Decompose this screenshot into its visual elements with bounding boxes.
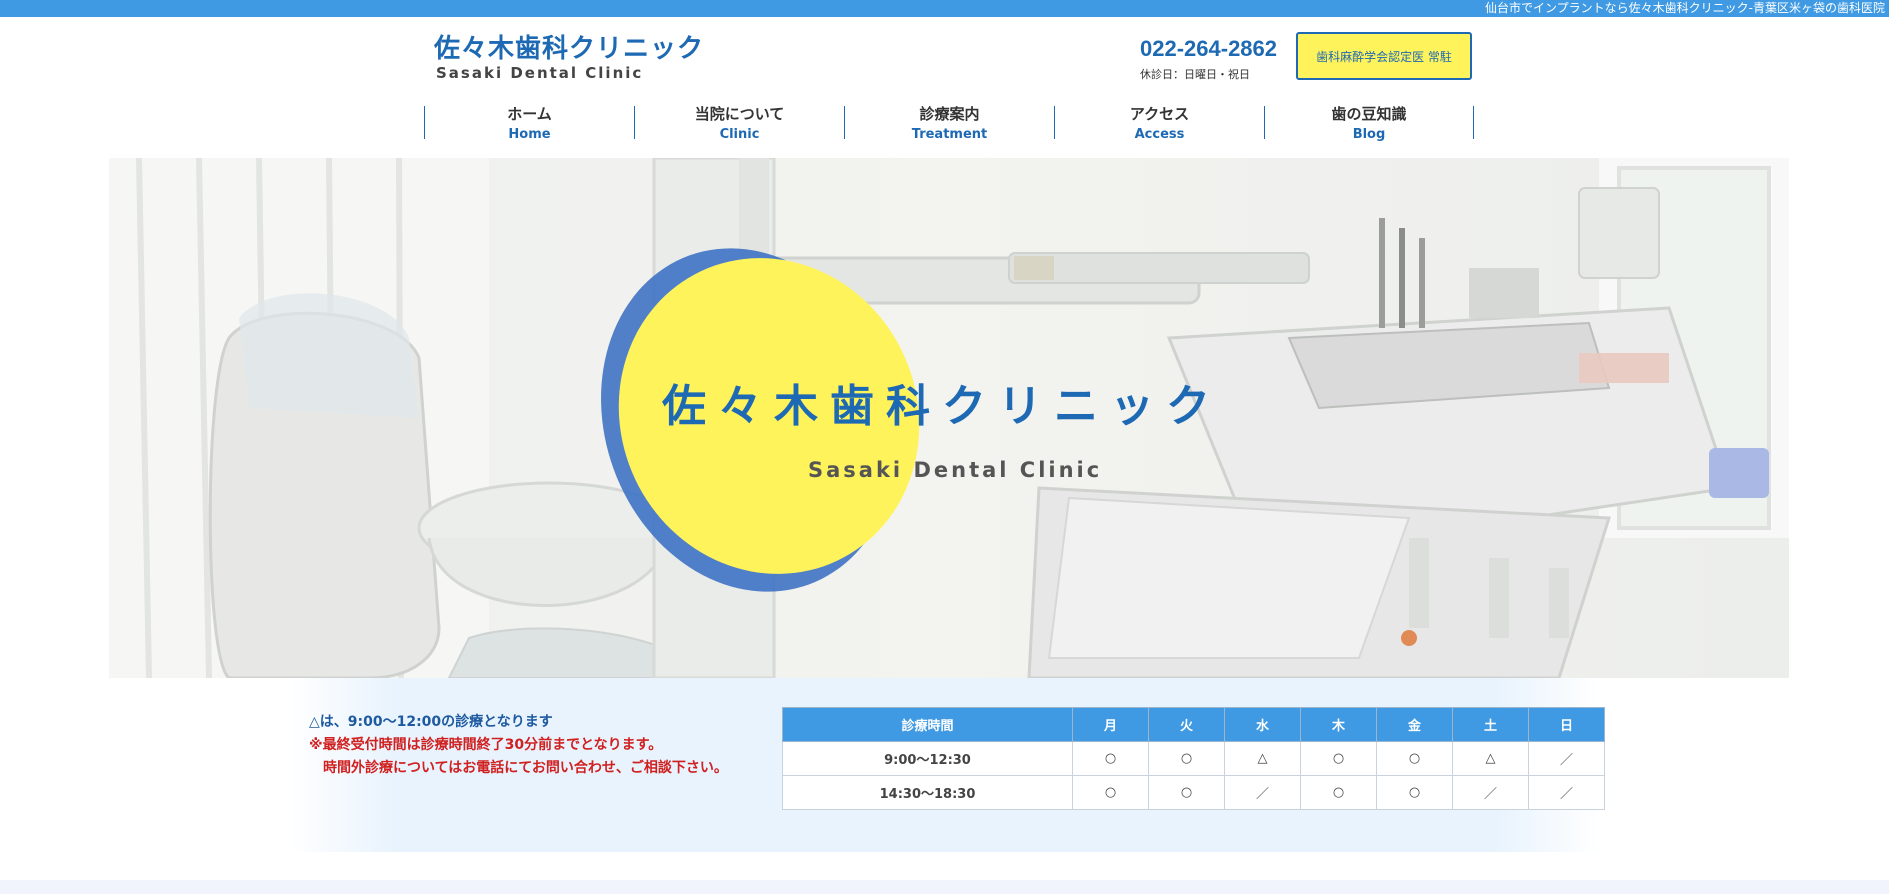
- header-day: 火: [1148, 707, 1225, 742]
- nav-item-clinic[interactable]: 当院について Clinic: [634, 105, 844, 142]
- availability-cell: ○: [1376, 775, 1453, 810]
- site-logo[interactable]: 佐々木歯科クリニック Sasaki Dental Clinic: [434, 34, 704, 82]
- closed-days: 休診日：日曜日・祝日: [1140, 68, 1250, 81]
- nav-label-jp: 歯の豆知識: [1331, 105, 1407, 123]
- last-reception-note: ※最終受付時間は診療時間終了30分前までとなります。: [309, 737, 663, 753]
- contact-block: 022-264-2862 休診日：日曜日・祝日: [1140, 36, 1277, 82]
- availability-cell: △: [1452, 741, 1529, 776]
- triangle-note: △は、9:00〜12:00の診療となります: [309, 714, 553, 730]
- availability-cell: ／: [1224, 775, 1301, 810]
- schedule-row-morning: 9:00〜12:30 ○ ○ △ ○ ○ △ ／: [782, 741, 1605, 776]
- availability-cell: ○: [1072, 741, 1149, 776]
- schedule-table: 診療時間 月 火 水 木 金 土 日 9:00〜12:30 ○ ○ △ ○ ○ …: [782, 707, 1605, 810]
- availability-cell: ○: [1300, 775, 1377, 810]
- top-banner: 仙台市でインプラントなら佐々木歯科クリニック-青葉区米ヶ袋の歯科医院: [0, 0, 1889, 17]
- top-banner-text: 仙台市でインプラントなら佐々木歯科クリニック-青葉区米ヶ袋の歯科医院: [1485, 1, 1885, 15]
- header-day: 金: [1376, 707, 1453, 742]
- nav-label-en: Home: [508, 127, 551, 142]
- availability-cell: ○: [1148, 741, 1225, 776]
- time-cell: 9:00〜12:30: [782, 741, 1073, 776]
- availability-cell: △: [1224, 741, 1301, 776]
- availability-cell: ／: [1528, 775, 1605, 810]
- header-day: 木: [1300, 707, 1377, 742]
- availability-cell: ○: [1072, 775, 1149, 810]
- footer-band: [0, 880, 1889, 894]
- availability-cell: ／: [1528, 741, 1605, 776]
- after-hours-note: 時間外診療についてはお電話にてお問い合わせ、ご相談下さい。: [323, 760, 728, 776]
- header-day: 日: [1528, 707, 1605, 742]
- nav-label-jp: 診療案内: [919, 105, 980, 123]
- availability-cell: ○: [1148, 775, 1225, 810]
- logo-english: Sasaki Dental Clinic: [436, 64, 644, 82]
- hero-image: 佐々木歯科クリニック Sasaki Dental Clinic: [109, 158, 1789, 678]
- nav-label-jp: 当院について: [694, 105, 785, 123]
- time-cell: 14:30〜18:30: [782, 775, 1073, 810]
- header-day: 水: [1224, 707, 1301, 742]
- schedule-row-afternoon: 14:30〜18:30 ○ ○ ／ ○ ○ ／ ／: [782, 775, 1605, 810]
- hero-subtitle: Sasaki Dental Clinic: [808, 458, 1103, 482]
- hero-title: 佐々木歯科クリニック: [662, 381, 1222, 432]
- phone-number[interactable]: 022-264-2862: [1140, 36, 1277, 62]
- logo-japanese: 佐々木歯科クリニック: [434, 34, 705, 64]
- nav-label-en: Access: [1134, 127, 1185, 142]
- nav-item-treatment[interactable]: 診療案内 Treatment: [844, 105, 1054, 142]
- nav-item-blog[interactable]: 歯の豆知識 Blog: [1264, 105, 1474, 142]
- availability-cell: ○: [1300, 741, 1377, 776]
- nav-label-jp: ホーム: [507, 105, 552, 123]
- header-day: 月: [1072, 707, 1149, 742]
- nav-label-en: Treatment: [911, 127, 988, 142]
- header-day: 土: [1452, 707, 1529, 742]
- anesthesiologist-badge: 歯科麻酔学会認定医 常駐: [1296, 32, 1472, 80]
- schedule-header-row: 診療時間 月 火 水 木 金 土 日: [782, 707, 1605, 742]
- nav-label-en: Clinic: [719, 127, 760, 142]
- nav-item-home[interactable]: ホーム Home: [424, 105, 634, 142]
- nav-label-en: Blog: [1352, 127, 1386, 142]
- nav-item-access[interactable]: アクセス Access: [1054, 105, 1264, 142]
- header-time: 診療時間: [782, 707, 1073, 742]
- availability-cell: ○: [1376, 741, 1453, 776]
- badge-text: 歯科麻酔学会認定医 常駐: [1316, 49, 1452, 64]
- nav-label-jp: アクセス: [1129, 105, 1190, 123]
- availability-cell: ／: [1452, 775, 1529, 810]
- main-nav: ホーム Home 当院について Clinic 診療案内 Treatment アク…: [424, 105, 1474, 142]
- hours-notes: △は、9:00〜12:00の診療となります ※最終受付時間は診療時間終了30分前…: [309, 711, 728, 780]
